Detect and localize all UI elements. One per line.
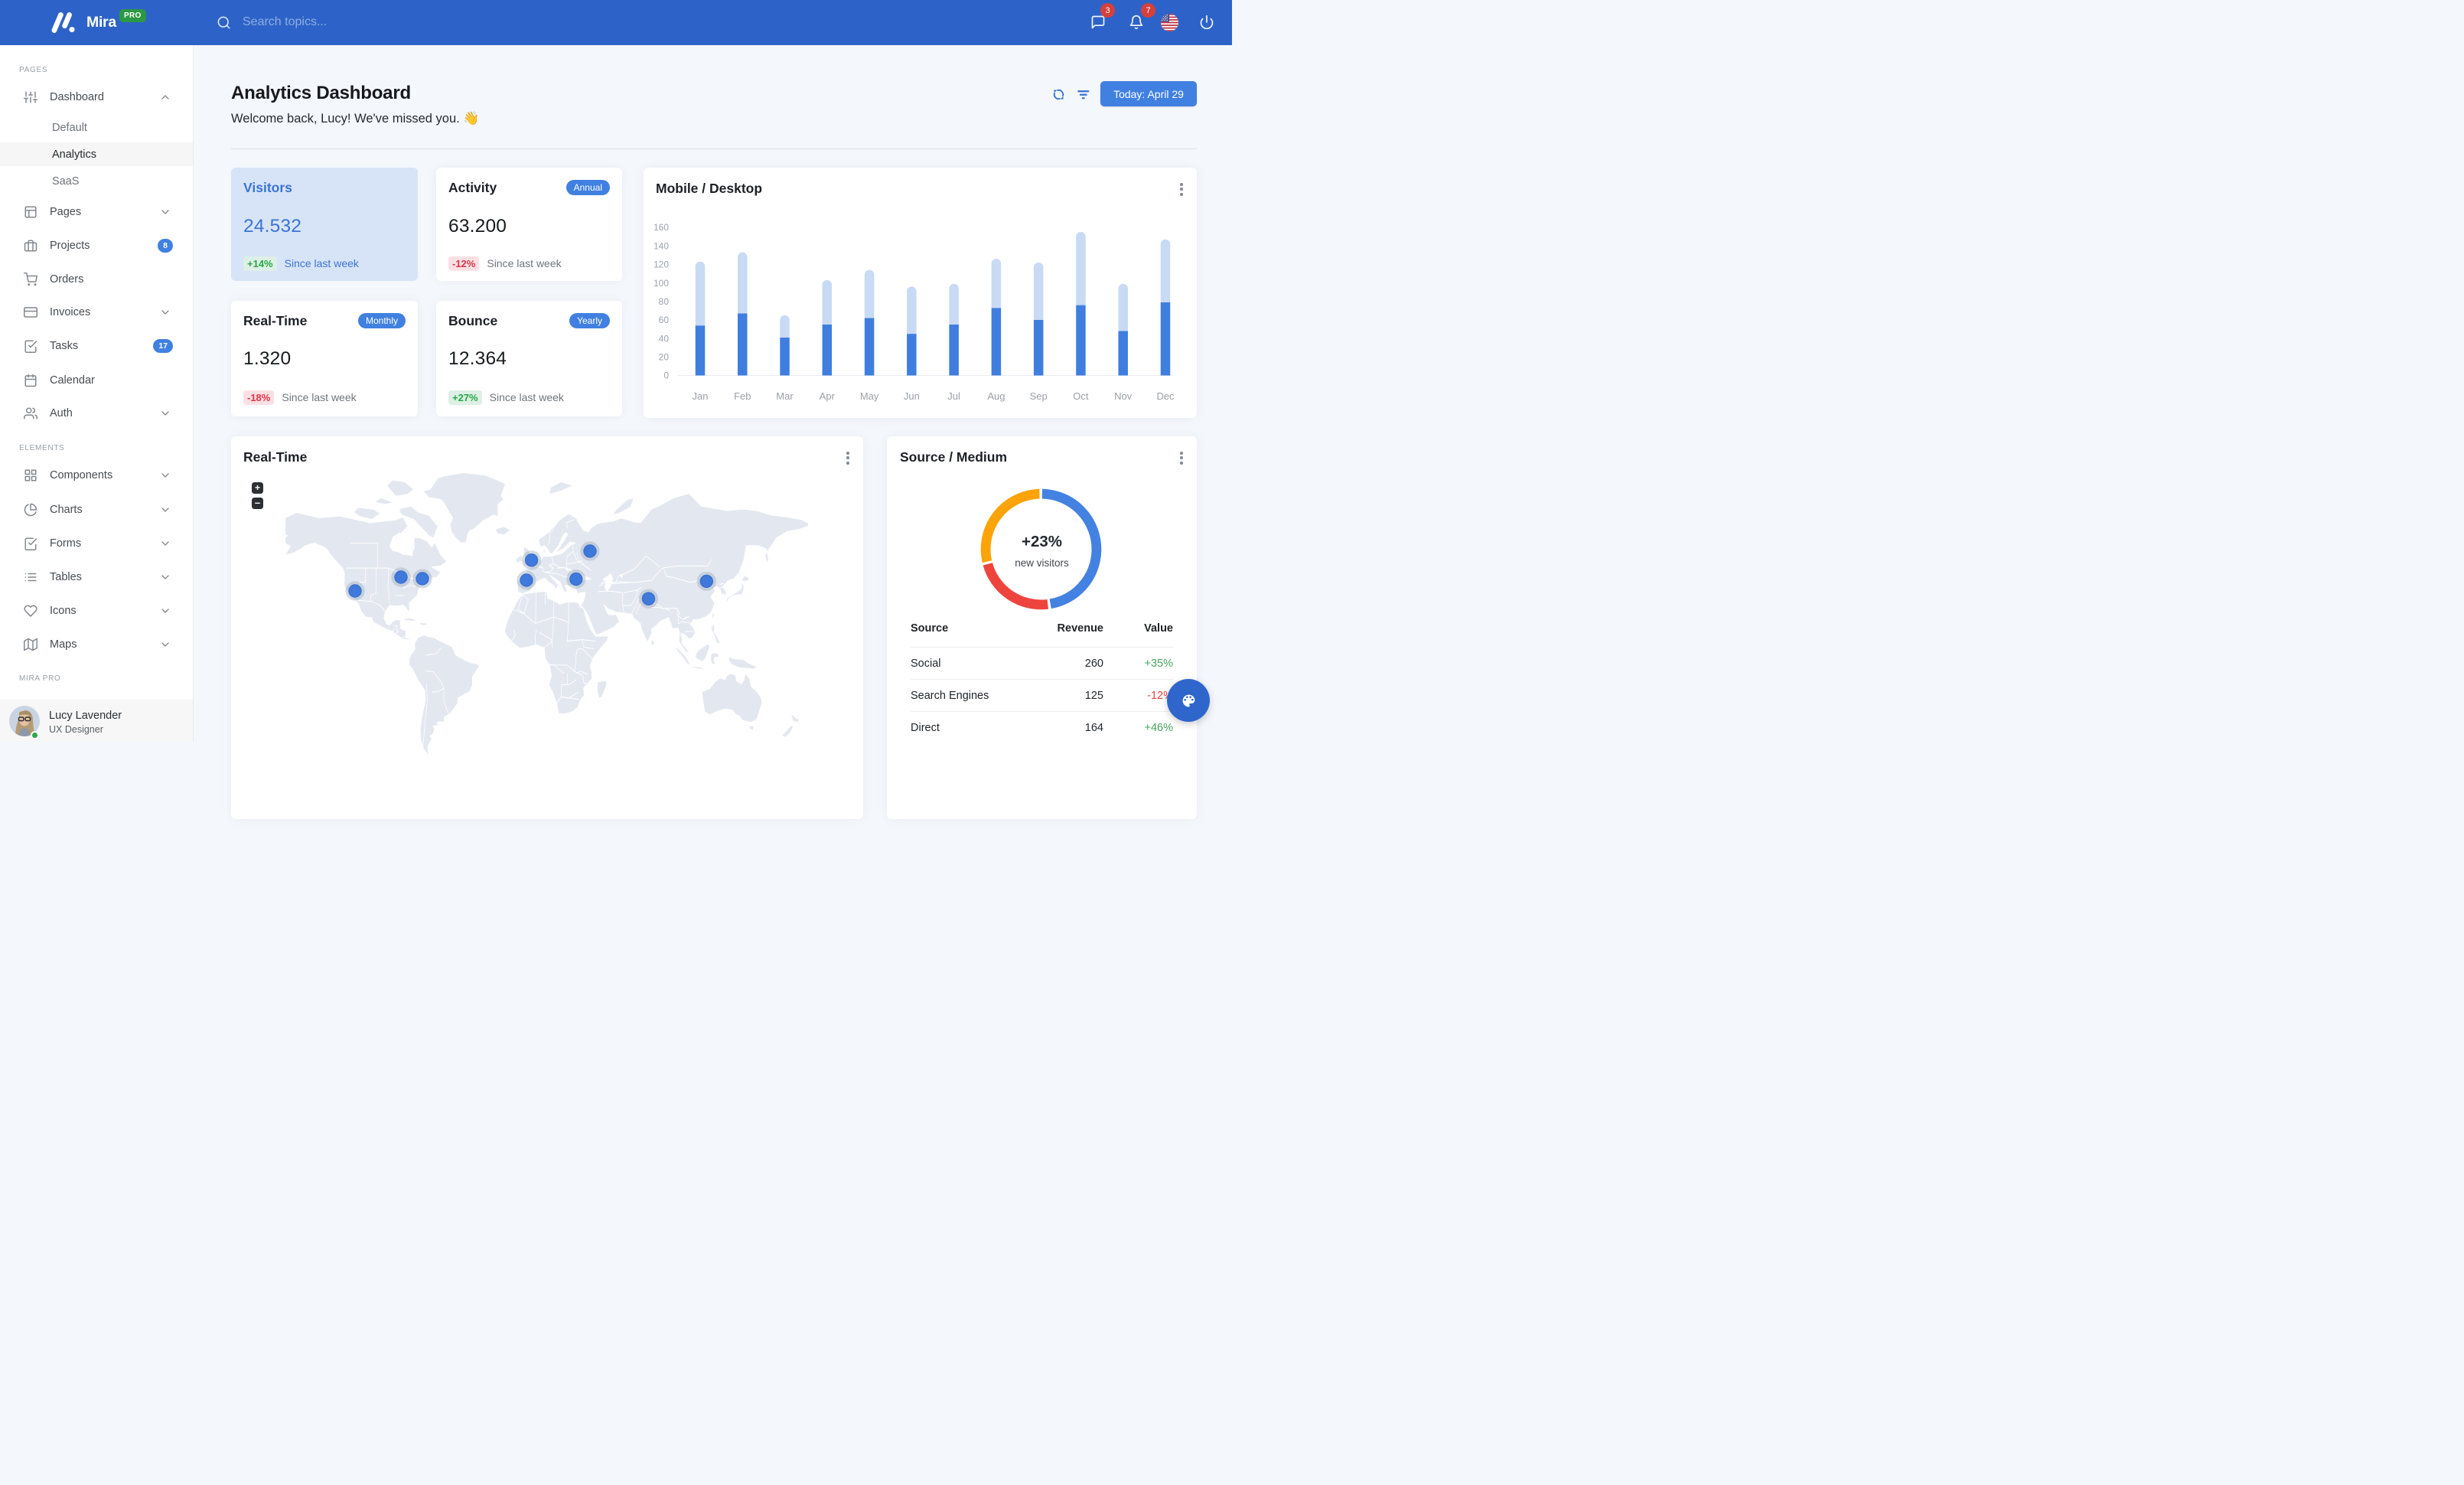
svg-text:140: 140 [653,240,669,251]
svg-text:Jun: Jun [904,390,920,402]
svg-text:Sep: Sep [1030,390,1048,402]
svg-text:Dec: Dec [1156,390,1175,402]
svg-text:60: 60 [659,315,670,325]
svg-text:40: 40 [659,333,670,344]
svg-text:Apr: Apr [820,390,836,402]
svg-text:160: 160 [653,222,669,233]
svg-text:Oct: Oct [1073,390,1089,402]
svg-text:120: 120 [653,259,669,270]
svg-text:May: May [860,390,879,402]
svg-text:Nov: Nov [1114,390,1133,402]
svg-text:Mar: Mar [776,390,794,402]
svg-text:Feb: Feb [734,390,751,402]
svg-text:Jan: Jan [693,390,709,402]
svg-text:Aug: Aug [987,390,1005,402]
svg-text:Jul: Jul [947,390,960,402]
svg-text:0: 0 [663,370,669,381]
svg-text:100: 100 [653,278,669,289]
svg-text:80: 80 [659,296,670,307]
svg-text:20: 20 [659,352,670,363]
